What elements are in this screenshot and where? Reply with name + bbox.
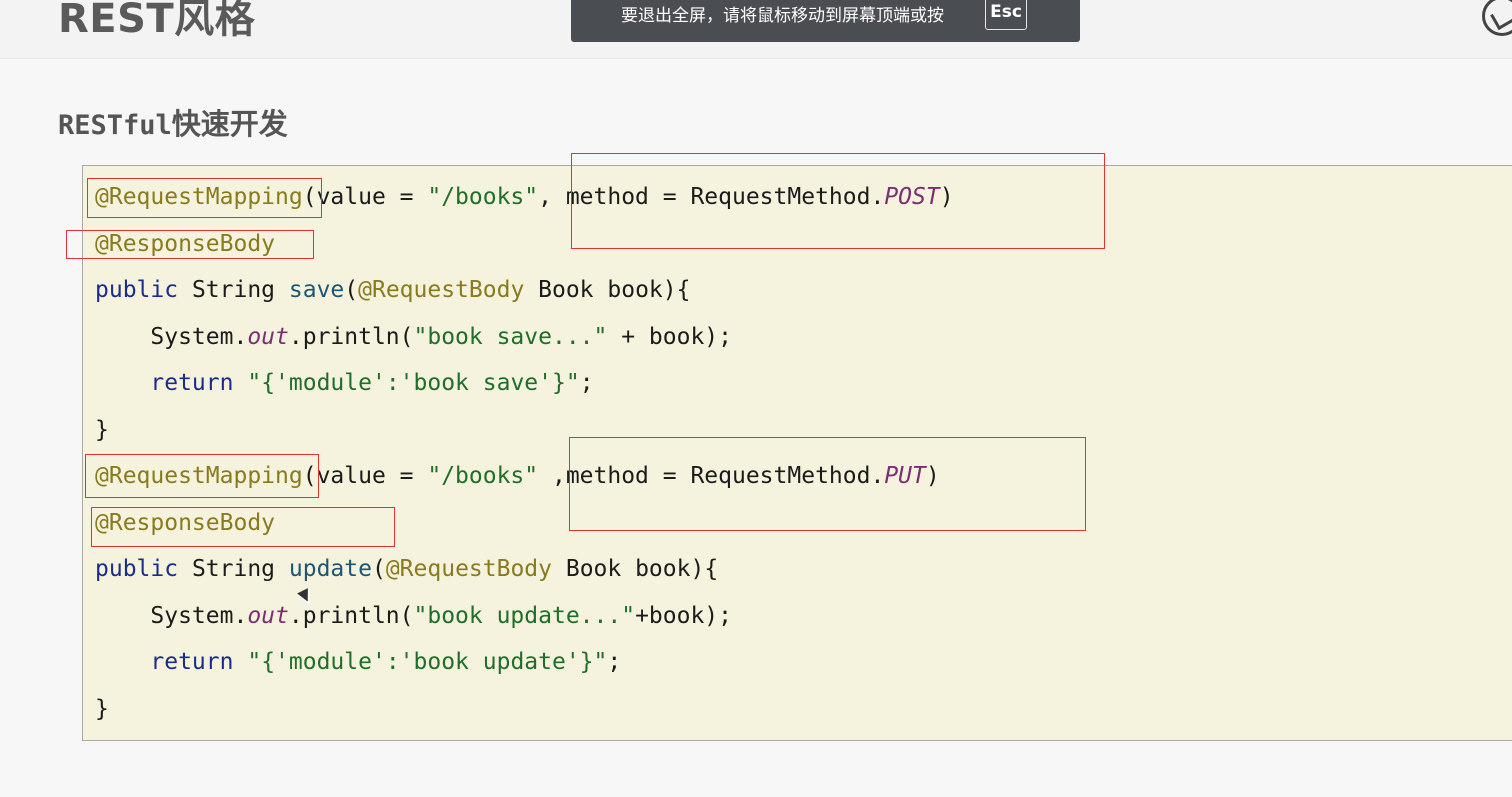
highlight-box-method-post	[571, 153, 1105, 249]
keyword: public	[95, 556, 179, 582]
method-name: save	[288, 277, 345, 303]
code-text: (	[344, 277, 359, 303]
code-text: ;	[579, 370, 594, 396]
keyword: return	[95, 649, 234, 675]
code-text: (value =	[302, 463, 428, 489]
code-text: + book);	[607, 324, 732, 350]
highlight-box-request-mapping-1	[87, 178, 322, 218]
string-literal: "/books"	[427, 463, 539, 489]
code-line: System.out.println("book update..."+book…	[95, 600, 732, 632]
string-literal: "/books"	[427, 184, 539, 210]
string-literal: "book update..."	[413, 603, 636, 629]
esc-key-badge[interactable]: Esc	[985, 0, 1027, 30]
highlight-box-response-body-2	[91, 507, 395, 547]
code-line: }	[95, 693, 109, 725]
code-text: System.	[95, 603, 248, 629]
string-literal: "{'module':'book save'}"	[247, 370, 580, 396]
code-line: return "{'module':'book save'}";	[95, 367, 594, 399]
code-text: +book);	[635, 603, 732, 629]
code-line: public String update(@RequestBody Book b…	[95, 553, 718, 585]
code-line: }	[95, 414, 109, 446]
code-text: .println(	[288, 324, 414, 350]
toast-message: 要退出全屏，请将鼠标移动到屏幕顶端或按	[621, 6, 944, 26]
annotation: @RequestBody	[358, 277, 525, 303]
annotation: @RequestBody	[385, 556, 552, 582]
static-field: out	[247, 603, 289, 629]
code-text: String	[178, 556, 289, 582]
code-text: .println(	[288, 603, 414, 629]
corner-logo-icon	[1482, 0, 1512, 36]
highlight-box-request-mapping-2	[85, 454, 319, 498]
section-heading: RESTful快速开发	[58, 101, 288, 143]
code-text: }	[95, 417, 109, 443]
code-line: public String save(@RequestBody Book boo…	[95, 274, 690, 306]
section-heading-latin: RESTful	[58, 110, 172, 141]
method-name: update	[288, 556, 372, 582]
code-text: String	[178, 277, 289, 303]
code-text: }	[95, 696, 109, 722]
code-text: Book book){	[524, 277, 691, 303]
highlight-box-response-body-1	[66, 230, 314, 259]
code-line: return "{'module':'book update'}";	[95, 646, 621, 678]
string-literal: "{'module':'book update'}"	[247, 649, 608, 675]
section-heading-cjk: 快速开发	[171, 107, 288, 141]
page-title: REST风格	[58, 0, 256, 42]
fullscreen-exit-toast: 要退出全屏，请将鼠标移动到屏幕顶端或按 Esc	[571, 0, 1080, 42]
static-field: out	[247, 324, 289, 350]
code-text: ;	[607, 649, 622, 675]
keyword: public	[95, 277, 179, 303]
code-text: Book book){	[552, 556, 719, 582]
code-text: (	[371, 556, 386, 582]
code-text: System.	[95, 324, 248, 350]
code-line: System.out.println("book save..." + book…	[95, 321, 732, 353]
highlight-box-method-put	[569, 437, 1086, 531]
string-literal: "book save..."	[413, 324, 608, 350]
keyword: return	[95, 370, 234, 396]
